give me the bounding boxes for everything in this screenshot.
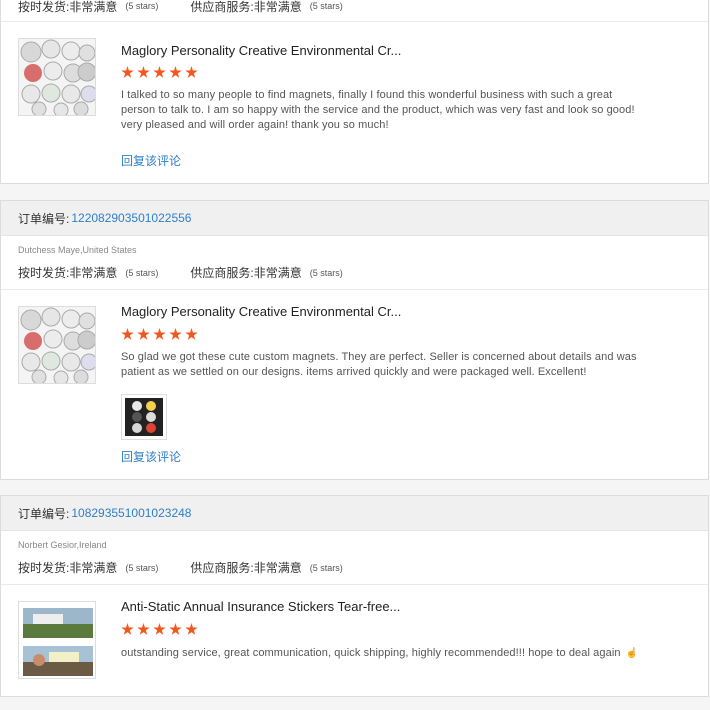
star-rating <box>121 66 198 79</box>
supplier-value: 非常满意 <box>253 266 302 280</box>
star-rating <box>121 623 198 636</box>
review-card: 按时发货: 非常满意 (5 stars) 供应商服务: 非常满意 (5 star… <box>0 0 709 184</box>
supplier-label: 供应商服务: <box>190 561 254 575</box>
ontime-label: 按时发货: <box>18 561 70 575</box>
buyer-info: Norbert Gesior,Ireland <box>18 540 107 550</box>
product-title[interactable]: Anti-Static Annual Insurance Stickers Te… <box>121 599 400 614</box>
order-header: 订单编号: 108293551001023248 <box>1 496 708 531</box>
ontime-stars-text: (5 stars) <box>125 562 159 573</box>
product-title[interactable]: Maglory Personality Creative Environment… <box>121 43 401 58</box>
supplier-stars-text: (5 stars) <box>309 1 343 11</box>
star-icon <box>137 623 150 635</box>
product-thumbnail[interactable] <box>18 601 96 679</box>
pointing-hand-icon: ☝ <box>625 648 639 659</box>
star-icon <box>137 66 150 78</box>
star-rating <box>121 328 198 341</box>
star-icon <box>169 328 182 340</box>
supplier-value: 非常满意 <box>253 0 302 14</box>
ontime-value: 非常满意 <box>69 266 118 280</box>
review-card: 订单编号: 122082903501022556 Dutchess Maye,U… <box>0 200 709 480</box>
order-number-link[interactable]: 108293551001023248 <box>71 506 191 520</box>
star-icon <box>153 328 166 340</box>
review-text: So glad we got these cute custom magnets… <box>121 351 637 378</box>
order-number-label: 订单编号: <box>18 211 70 226</box>
review-text: outstanding service, great communication… <box>121 646 641 661</box>
reply-link[interactable]: 回复该评论 <box>121 152 181 169</box>
buyer-info: Dutchess Maye,United States <box>18 245 137 255</box>
ontime-value: 非常满意 <box>69 0 118 14</box>
order-number-label: 订单编号: <box>18 506 70 521</box>
star-icon <box>185 328 198 340</box>
supplier-label: 供应商服务: <box>190 0 254 14</box>
supplier-stars-text: (5 stars) <box>309 267 343 278</box>
ontime-stars-text: (5 stars) <box>125 267 159 278</box>
star-icon <box>137 328 150 340</box>
product-thumbnail[interactable] <box>18 38 96 116</box>
product-title[interactable]: Maglory Personality Creative Environment… <box>121 304 401 319</box>
star-icon <box>121 66 134 78</box>
order-number-link[interactable]: 122082903501022556 <box>71 211 191 225</box>
supplier-label: 供应商服务: <box>190 266 254 280</box>
star-icon <box>169 623 182 635</box>
order-header: 订单编号: 122082903501022556 <box>1 201 708 236</box>
reply-link[interactable]: 回复该评论 <box>121 448 181 465</box>
ontime-value: 非常满意 <box>69 561 118 575</box>
ontime-label: 按时发货: <box>18 0 70 14</box>
supplier-value: 非常满意 <box>253 561 302 575</box>
review-photo[interactable] <box>121 394 167 440</box>
review-card: 订单编号: 108293551001023248 Norbert Gesior,… <box>0 495 709 697</box>
review-text: I talked to so many people to find magne… <box>121 89 635 131</box>
supplier-stars-text: (5 stars) <box>309 562 343 573</box>
ratings-row: 按时发货: 非常满意 (5 stars) 供应商服务: 非常满意 (5 star… <box>1 551 708 585</box>
star-icon <box>185 66 198 78</box>
product-thumbnail[interactable] <box>18 306 96 384</box>
star-icon <box>185 623 198 635</box>
ontime-label: 按时发货: <box>18 266 70 280</box>
star-icon <box>169 66 182 78</box>
star-icon <box>153 623 166 635</box>
review-text-content: outstanding service, great communication… <box>121 647 621 659</box>
star-icon <box>121 328 134 340</box>
star-icon <box>121 623 134 635</box>
ratings-row: 按时发货: 非常满意 (5 stars) 供应商服务: 非常满意 (5 star… <box>1 0 708 22</box>
ratings-row: 按时发货: 非常满意 (5 stars) 供应商服务: 非常满意 (5 star… <box>1 256 708 290</box>
star-icon <box>153 66 166 78</box>
ontime-stars-text: (5 stars) <box>125 1 159 11</box>
